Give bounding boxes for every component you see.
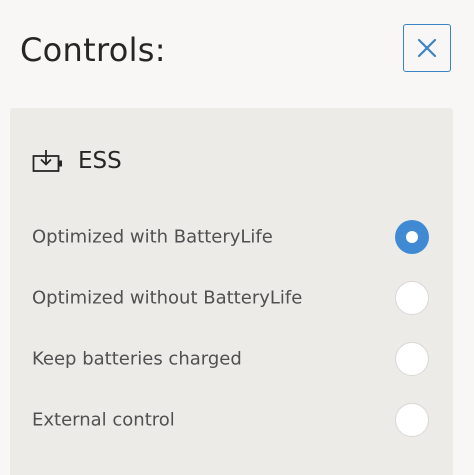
controls-dialog: Controls: ESS Optimized with BatteryLife xyxy=(0,0,474,475)
option-label: External control xyxy=(32,409,175,431)
page-title: Controls: xyxy=(20,31,166,69)
close-icon xyxy=(416,37,438,59)
close-button[interactable] xyxy=(403,24,451,72)
option-label: Optimized without BatteryLife xyxy=(32,287,303,309)
radio-button-selected[interactable] xyxy=(395,220,429,254)
section-title: ESS xyxy=(78,148,122,174)
battery-download-icon xyxy=(32,149,66,173)
radio-button[interactable] xyxy=(395,403,429,437)
option-label: Optimized with BatteryLife xyxy=(32,226,273,248)
ess-panel: ESS Optimized with BatteryLife Optimized… xyxy=(10,108,453,475)
option-label: Keep batteries charged xyxy=(32,348,242,370)
radio-button[interactable] xyxy=(395,281,429,315)
ess-header: ESS xyxy=(32,146,122,176)
option-optimized-without-batterylife[interactable]: Optimized without BatteryLife xyxy=(10,273,453,323)
radio-button[interactable] xyxy=(395,342,429,376)
option-external-control[interactable]: External control xyxy=(10,395,453,445)
radio-dot xyxy=(406,231,418,243)
option-optimized-with-batterylife[interactable]: Optimized with BatteryLife xyxy=(10,212,453,262)
option-keep-batteries-charged[interactable]: Keep batteries charged xyxy=(10,334,453,384)
